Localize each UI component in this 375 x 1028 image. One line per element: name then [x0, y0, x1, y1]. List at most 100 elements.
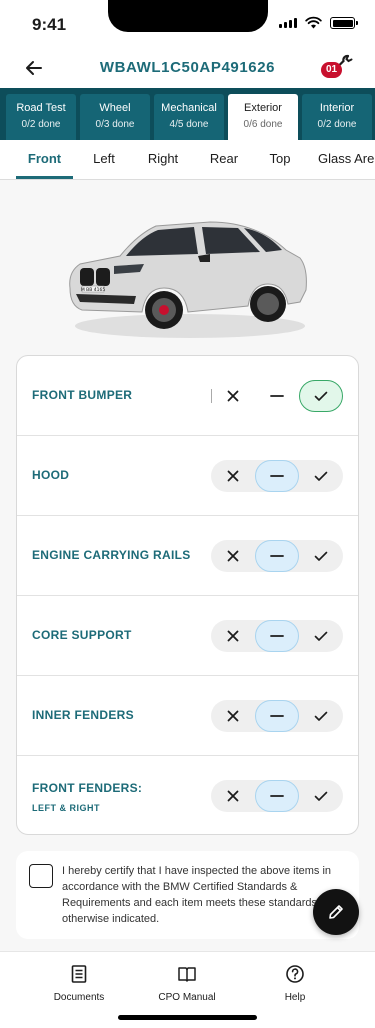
- check-icon: [314, 791, 328, 801]
- result-toggle: [211, 700, 343, 732]
- vehicle-image: M BB 4165: [60, 206, 315, 342]
- inspection-item-core-support: CORE SUPPORT: [17, 596, 358, 676]
- not-applicable-option[interactable]: [255, 380, 299, 412]
- tab-name: Interior: [319, 102, 355, 114]
- minus-icon: [270, 395, 284, 397]
- close-icon: [227, 550, 239, 562]
- nav-label: CPO Manual: [158, 992, 216, 1003]
- book-icon: [178, 967, 196, 982]
- check-icon: [314, 551, 328, 561]
- tab-interior[interactable]: Interior 0/2 done: [302, 94, 372, 140]
- minus-icon: [270, 795, 284, 797]
- fail-option[interactable]: [211, 460, 255, 492]
- result-toggle: [211, 460, 343, 492]
- tab-road-test[interactable]: Road Test 0/2 done: [6, 94, 76, 140]
- check-icon: [314, 471, 328, 481]
- tab-name: Exterior: [244, 102, 282, 114]
- device-notch: [108, 0, 268, 32]
- edit-notes-button[interactable]: [313, 889, 359, 935]
- item-label: ENGINE CARRYING RAILS: [32, 548, 191, 562]
- inspection-item-front-fenders: FRONT FENDERS: LEFT & RIGHT: [17, 756, 358, 834]
- close-icon: [227, 710, 239, 722]
- not-applicable-option[interactable]: [255, 540, 299, 572]
- inspection-item-hood: HOOD: [17, 436, 358, 516]
- home-indicator: [118, 1015, 257, 1020]
- fail-option[interactable]: [211, 620, 255, 652]
- tab-mechanical[interactable]: Mechanical 4/5 done: [154, 94, 224, 140]
- pass-option[interactable]: [299, 700, 343, 732]
- result-toggle: [211, 540, 343, 572]
- status-time: 9:41: [32, 15, 67, 34]
- active-subtab-indicator: [16, 176, 73, 179]
- not-applicable-option[interactable]: [255, 780, 299, 812]
- not-applicable-option[interactable]: [255, 620, 299, 652]
- minus-icon: [270, 635, 284, 637]
- item-label: FRONT FENDERS:: [32, 781, 143, 795]
- nav-documents[interactable]: Documents: [34, 964, 124, 1003]
- check-icon: [314, 711, 328, 721]
- subtab-right[interactable]: Right: [138, 140, 188, 179]
- inspection-item-inner-fenders: INNER FENDERS: [17, 676, 358, 756]
- tab-progress: 0/6 done: [243, 119, 283, 130]
- tab-name: Road Test: [16, 102, 66, 114]
- inspection-item-engine-carrying-rails: ENGINE CARRYING RAILS: [17, 516, 358, 596]
- check-icon: [314, 631, 328, 641]
- nav-help[interactable]: Help: [250, 964, 340, 1003]
- pass-option[interactable]: [299, 540, 343, 572]
- nav-cpo-manual[interactable]: CPO Manual: [142, 964, 232, 1003]
- subtab-rear[interactable]: Rear: [200, 140, 248, 179]
- subtab-glass-area[interactable]: Glass Area: [318, 140, 375, 179]
- certification-text: I hereby certify that I have inspected t…: [62, 865, 352, 925]
- nav-label: Help: [284, 992, 306, 1003]
- license-plate-text: M BB 4165: [81, 287, 106, 293]
- check-icon: [314, 391, 328, 401]
- tab-exterior[interactable]: Exterior 0/6 done: [228, 94, 298, 140]
- subtab-left[interactable]: Left: [80, 140, 128, 179]
- issue-count-badge: 01: [321, 62, 342, 78]
- tab-progress: 4/5 done: [169, 119, 209, 130]
- tab-name: Wheel: [99, 102, 131, 114]
- help-circle-icon: [286, 965, 304, 983]
- fail-option[interactable]: [211, 380, 255, 412]
- wifi-icon: [305, 16, 322, 29]
- fail-option[interactable]: [211, 700, 255, 732]
- close-icon: [227, 390, 239, 402]
- minus-icon: [270, 555, 284, 557]
- cellular-signal-icon: [279, 18, 297, 28]
- tab-wheel[interactable]: Wheel 0/3 done: [80, 94, 150, 140]
- tab-progress: 0/2 done: [317, 119, 357, 130]
- minus-icon: [270, 475, 284, 477]
- nav-label: Documents: [53, 992, 105, 1003]
- result-toggle: [211, 780, 343, 812]
- inspection-checklist: FRONT BUMPER HOOD ENGINE CARRYING RAILS …: [16, 355, 359, 835]
- area-sub-tabs: Front Left Right Rear Top Glass Area: [0, 140, 375, 180]
- not-applicable-option[interactable]: [255, 460, 299, 492]
- category-tabs: Road Test 0/2 done Wheel 0/3 done Mechan…: [0, 88, 375, 140]
- fail-option[interactable]: [211, 780, 255, 812]
- fail-option[interactable]: [211, 540, 255, 572]
- tab-name: Mechanical: [161, 102, 217, 114]
- app-header: WBAWL1C50AP491626 01: [0, 48, 375, 88]
- item-sublabel: LEFT & RIGHT: [32, 803, 100, 813]
- tab-progress: 0/2 done: [21, 119, 61, 130]
- document-icon: [71, 965, 87, 983]
- pass-option[interactable]: [299, 380, 343, 412]
- item-label: HOOD: [32, 468, 70, 482]
- result-toggle: [211, 380, 343, 412]
- item-label: FRONT BUMPER: [32, 388, 133, 402]
- pass-option[interactable]: [299, 620, 343, 652]
- not-applicable-option[interactable]: [255, 700, 299, 732]
- certify-checkbox[interactable]: [29, 864, 53, 888]
- close-icon: [227, 630, 239, 642]
- status-bar: 9:41: [0, 0, 375, 48]
- subtab-top[interactable]: Top: [258, 140, 302, 179]
- subtab-front[interactable]: Front: [16, 140, 73, 179]
- certification-box: I hereby certify that I have inspected t…: [16, 851, 359, 939]
- pass-option[interactable]: [299, 780, 343, 812]
- tab-progress: 0/3 done: [95, 119, 135, 130]
- service-issues-button[interactable]: 01: [318, 52, 354, 82]
- minus-icon: [270, 715, 284, 717]
- close-icon: [227, 790, 239, 802]
- pass-option[interactable]: [299, 460, 343, 492]
- item-label: INNER FENDERS: [32, 708, 134, 722]
